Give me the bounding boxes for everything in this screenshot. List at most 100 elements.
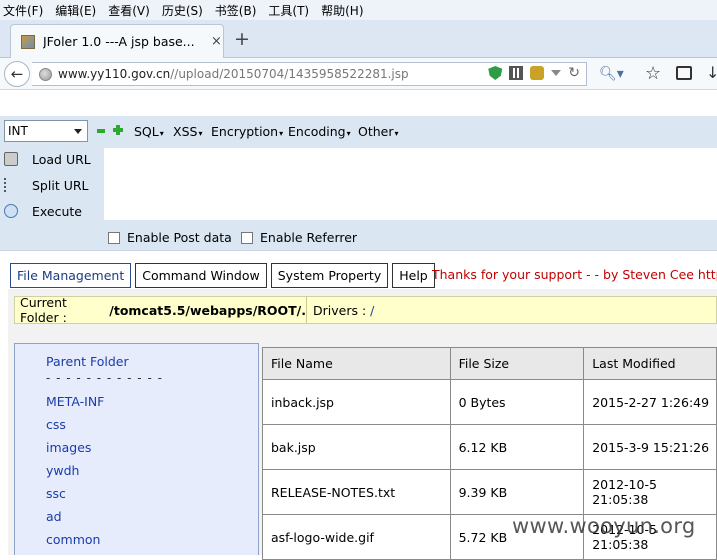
referrer-checkbox[interactable]: Enable Referrer (241, 230, 357, 245)
table-row: bak.jsp 6.12 KB 2015-3-9 15:21:26 (262, 424, 717, 470)
folder-link[interactable]: ywdh (46, 463, 79, 478)
split-url-button[interactable]: Split URL (0, 174, 89, 196)
download-icon[interactable]: ↓ (706, 63, 717, 82)
tab-title: JFoler 1.0 ---A jsp base... (43, 34, 195, 49)
table-row: RELEASE-NOTES.txt 9.39 KB 2012-10-5 21:0… (262, 469, 717, 515)
load-icon (4, 152, 18, 166)
tab-strip: JFoler 1.0 ---A jsp base... × + (0, 20, 717, 58)
tab-help[interactable]: Help (392, 263, 435, 288)
arrow-left-icon: ← (10, 65, 24, 83)
menu-other[interactable]: Other (358, 124, 399, 139)
scissors-icon (4, 178, 18, 192)
menu-tools[interactable]: 工具(T) (268, 2, 309, 19)
folder-tree: Parent Folder - - - - - - - - - - - - ME… (14, 343, 259, 555)
menu-xss[interactable]: XSS (173, 124, 202, 139)
file-name-cell[interactable]: RELEASE-NOTES.txt (262, 469, 451, 515)
watermark: www.wooyun.org (512, 514, 696, 538)
folder-link[interactable]: META-INF (46, 394, 104, 409)
menu-view[interactable]: 查看(V) (108, 2, 150, 19)
back-button[interactable]: ← (4, 61, 30, 87)
current-folder: Current Folder : /tomcat5.5/webapps/ROOT… (15, 295, 307, 325)
shield-icon[interactable] (488, 66, 503, 80)
file-modified-cell: 2012-10-5 21:05:38 (583, 469, 717, 515)
column-header-file-name[interactable]: File Name (262, 347, 451, 380)
page-nav: File Management Command Window System Pr… (10, 263, 439, 288)
plus-icon[interactable] (113, 125, 123, 135)
menu-encoding[interactable]: Encoding (288, 124, 351, 139)
folder-bar: Current Folder : /tomcat5.5/webapps/ROOT… (14, 295, 717, 325)
drive-link[interactable]: / (370, 303, 374, 318)
file-name-cell[interactable]: bak.jsp (262, 424, 451, 470)
url-textarea[interactable] (104, 148, 717, 220)
url-bar[interactable]: www.yy110.gov.cn //upload/20150704/14359… (32, 62, 587, 86)
execute-label: Execute (32, 203, 82, 219)
execute-button[interactable]: Execute (0, 200, 82, 222)
checkbox-icon[interactable] (241, 231, 253, 244)
url-path: //upload/20150704/1435958522281.jsp (170, 67, 409, 81)
checkbox-icon[interactable] (108, 231, 120, 244)
menu-encryption[interactable]: Encryption (211, 124, 283, 139)
file-size-cell: 9.39 KB (449, 469, 585, 515)
referrer-label: Enable Referrer (260, 230, 358, 245)
url-host: www.yy110.gov.cn (58, 67, 171, 81)
folder-link[interactable]: css (46, 417, 66, 432)
chevron-down-icon (74, 129, 82, 134)
file-modified-cell: 2015-2-27 1:26:49 (583, 379, 717, 425)
menu-history[interactable]: 历史(S) (162, 2, 203, 19)
tab-command-window[interactable]: Command Window (135, 263, 267, 288)
file-size-cell: 0 Bytes (449, 379, 585, 425)
menu-bar: 文件(F) 编辑(E) 查看(V) 历史(S) 书签(B) 工具(T) 帮助(H… (0, 0, 717, 20)
folder-link[interactable]: ssc (46, 486, 66, 501)
chevron-down-icon[interactable] (551, 70, 562, 76)
menu-help[interactable]: 帮助(H) (321, 2, 363, 19)
library-icon[interactable] (676, 66, 692, 80)
menu-file[interactable]: 文件(F) (3, 2, 43, 19)
current-folder-label: Current Folder : (20, 295, 67, 325)
bookmark-star-icon[interactable]: ☆ (645, 63, 661, 84)
reload-icon[interactable]: ↻ (568, 66, 580, 80)
column-header-file-size[interactable]: File Size (449, 347, 585, 380)
drivers-label: Drivers : (313, 302, 367, 318)
drivers: Drivers : / (307, 303, 374, 318)
menu-sql[interactable]: SQL (134, 124, 164, 139)
minus-icon[interactable] (97, 129, 105, 133)
column-header-last-modified[interactable]: Last Modified (583, 347, 717, 380)
qr-code-icon[interactable] (509, 66, 524, 80)
search-icon[interactable]: 🔍︎▾ (599, 66, 624, 82)
divider (0, 250, 717, 251)
menu-bookmarks[interactable]: 书签(B) (215, 2, 257, 19)
type-select-value: INT (8, 124, 28, 138)
split-url-label: Split URL (32, 177, 89, 193)
post-data-checkbox[interactable]: Enable Post data (108, 230, 232, 245)
file-size-cell: 6.12 KB (449, 424, 585, 470)
new-tab-icon[interactable]: + (234, 28, 250, 50)
load-url-label: Load URL (32, 151, 91, 167)
url-bar-icons: ↻ (488, 66, 580, 80)
hackbar: INT SQL XSS Encryption Encoding Other Lo… (0, 116, 717, 250)
thanks-message: Thanks for your support - - by Steven Ce… (432, 267, 717, 282)
browser-tab[interactable]: JFoler 1.0 ---A jsp base... × (10, 24, 224, 58)
navigation-bar: ← www.yy110.gov.cn //upload/20150704/143… (0, 58, 717, 90)
folder-link[interactable]: common (46, 532, 100, 547)
tree-separator: - - - - - - - - - - - - (46, 371, 163, 385)
play-icon (4, 204, 18, 218)
close-icon[interactable]: × (211, 34, 222, 49)
tab-system-property[interactable]: System Property (270, 263, 389, 288)
folder-link[interactable]: images (46, 440, 91, 455)
extension-icon[interactable] (530, 66, 545, 80)
post-data-label: Enable Post data (127, 230, 232, 245)
load-url-button[interactable]: Load URL (0, 148, 91, 170)
type-select[interactable]: INT (4, 120, 88, 142)
tab-file-management[interactable]: File Management (10, 263, 132, 288)
current-folder-path: /tomcat5.5/webapps/ROOT/. (109, 302, 306, 318)
globe-icon (39, 67, 52, 81)
table-header-row: File Name File Size Last Modified (262, 347, 717, 380)
favicon-icon (21, 34, 35, 49)
file-modified-cell: 2015-3-9 15:21:26 (583, 424, 717, 470)
file-name-cell[interactable]: inback.jsp (262, 379, 451, 425)
parent-folder-link[interactable]: Parent Folder (46, 354, 129, 369)
folder-link[interactable]: ad (46, 509, 62, 524)
file-name-cell[interactable]: asf-logo-wide.gif (262, 514, 451, 560)
table-row: inback.jsp 0 Bytes 2015-2-27 1:26:49 (262, 379, 717, 425)
menu-edit[interactable]: 编辑(E) (55, 2, 96, 19)
